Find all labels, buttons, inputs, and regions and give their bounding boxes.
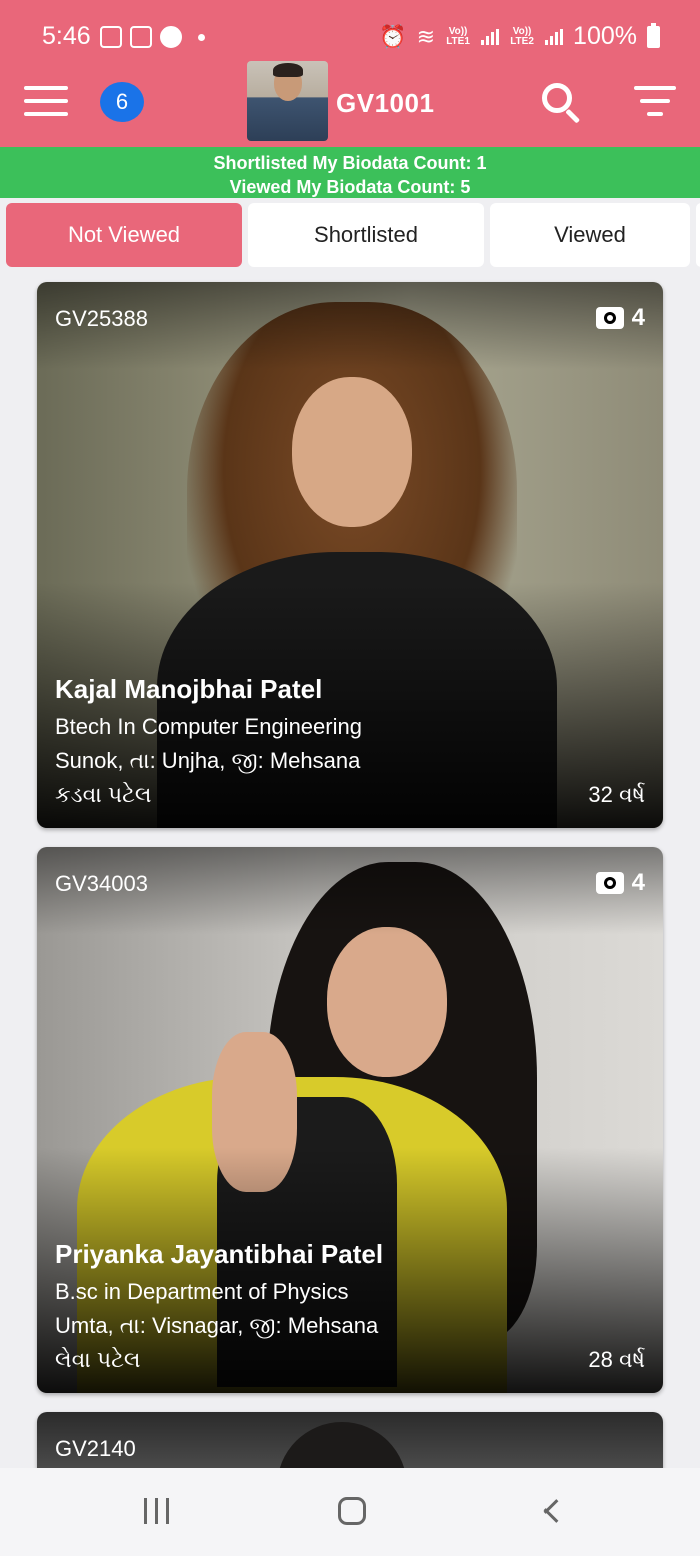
profile-code: GV25388 (55, 306, 148, 331)
filter-line (640, 99, 670, 103)
camera-icon (595, 307, 624, 329)
more-notifications-dot (198, 33, 205, 41)
search-icon-handle (565, 108, 581, 124)
system-nav-bar (0, 1468, 700, 1556)
top-bar: 5:46 ⏰ ≋ Vo)) LTE1 Vo)) LTE2 100% 6 GV10… (0, 0, 700, 147)
signal-1-bars-icon (481, 28, 500, 45)
back-icon[interactable] (540, 1499, 560, 1523)
filter-line (647, 112, 663, 116)
profile-name: Priyanka Jayantibhai Patel (55, 1239, 384, 1269)
profile-card[interactable]: GV34003 4 Priyanka Jayantibhai Patel B.s… (37, 847, 663, 1393)
biodata-count-banner: Shortlisted My Biodata Count: 1 Viewed M… (0, 147, 700, 198)
menu-icon-line (24, 86, 68, 90)
message-icon (130, 26, 152, 48)
filter-line (634, 86, 676, 90)
signal-2-label: Vo)) LTE2 (510, 25, 534, 47)
profile-age: 28 વર્ષ (588, 1347, 645, 1372)
profile-community: કડવા પટેલ (55, 782, 152, 807)
tab-bar: Not Viewed Shortlisted Viewed (0, 203, 700, 267)
menu-icon-line (24, 112, 68, 116)
profile-card[interactable]: GV25388 4 Kajal Manojbhai Patel Btech In… (37, 282, 663, 828)
tab-viewed[interactable]: Viewed (490, 203, 690, 267)
profile-education: Btech In Computer Engineering (55, 714, 362, 739)
wifi-icon: ≋ (416, 23, 436, 49)
tab-not-viewed[interactable]: Not Viewed (6, 203, 242, 267)
profile-community: લેવા પટેલ (55, 1347, 141, 1372)
menu-icon-line (24, 99, 68, 103)
user-avatar[interactable] (247, 61, 328, 141)
battery-icon (647, 22, 660, 48)
profile-code: GV34003 (55, 871, 148, 896)
search-icon[interactable] (540, 81, 584, 125)
card-shade (37, 282, 663, 828)
home-icon[interactable] (338, 1497, 366, 1525)
gallery-icon (100, 26, 122, 48)
filter-icon[interactable] (632, 86, 678, 120)
menu-button[interactable] (24, 86, 68, 120)
photo-count-value: 4 (631, 304, 645, 331)
profile-code: GV2140 (55, 1436, 136, 1461)
avatar-hair (273, 63, 303, 77)
alarm-icon: ⏰ (379, 23, 407, 49)
notification-icons (100, 26, 205, 48)
photo-count: 4 (595, 869, 645, 897)
phone-icon (160, 26, 182, 48)
shortlisted-count: Shortlisted My Biodata Count: 1 (213, 153, 487, 173)
profile-education: B.sc in Department of Physics (55, 1279, 349, 1304)
app-bar: 6 GV1001 (0, 58, 700, 146)
card-shade (37, 847, 663, 1393)
photo-count-value: 4 (631, 869, 645, 896)
viewed-count: Viewed My Biodata Count: 5 (229, 177, 471, 197)
status-right: ⏰ ≋ Vo)) LTE1 Vo)) LTE2 100% (379, 22, 660, 51)
profile-location: Sunok, તા: Unjha, જી: Mehsana (55, 748, 361, 773)
profile-location: Umta, તા: Visnagar, જી: Mehsana (55, 1313, 379, 1338)
signal-2-bars-icon (545, 28, 564, 45)
tab-shortlisted[interactable]: Shortlisted (248, 203, 484, 267)
user-code-title: GV1001 (336, 88, 435, 118)
tab-overflow[interactable] (696, 203, 700, 267)
camera-icon (595, 872, 624, 894)
status-time: 5:46 (42, 22, 91, 50)
photo-count: 4 (595, 304, 645, 332)
battery-percent: 100% (573, 22, 637, 50)
profile-name: Kajal Manojbhai Patel (55, 674, 323, 704)
recent-apps-icon[interactable] (143, 1498, 171, 1524)
notification-count-badge[interactable]: 6 (100, 82, 144, 122)
signal-1-label: Vo)) LTE1 (446, 25, 470, 47)
profile-age: 32 વર્ષ (588, 782, 645, 807)
